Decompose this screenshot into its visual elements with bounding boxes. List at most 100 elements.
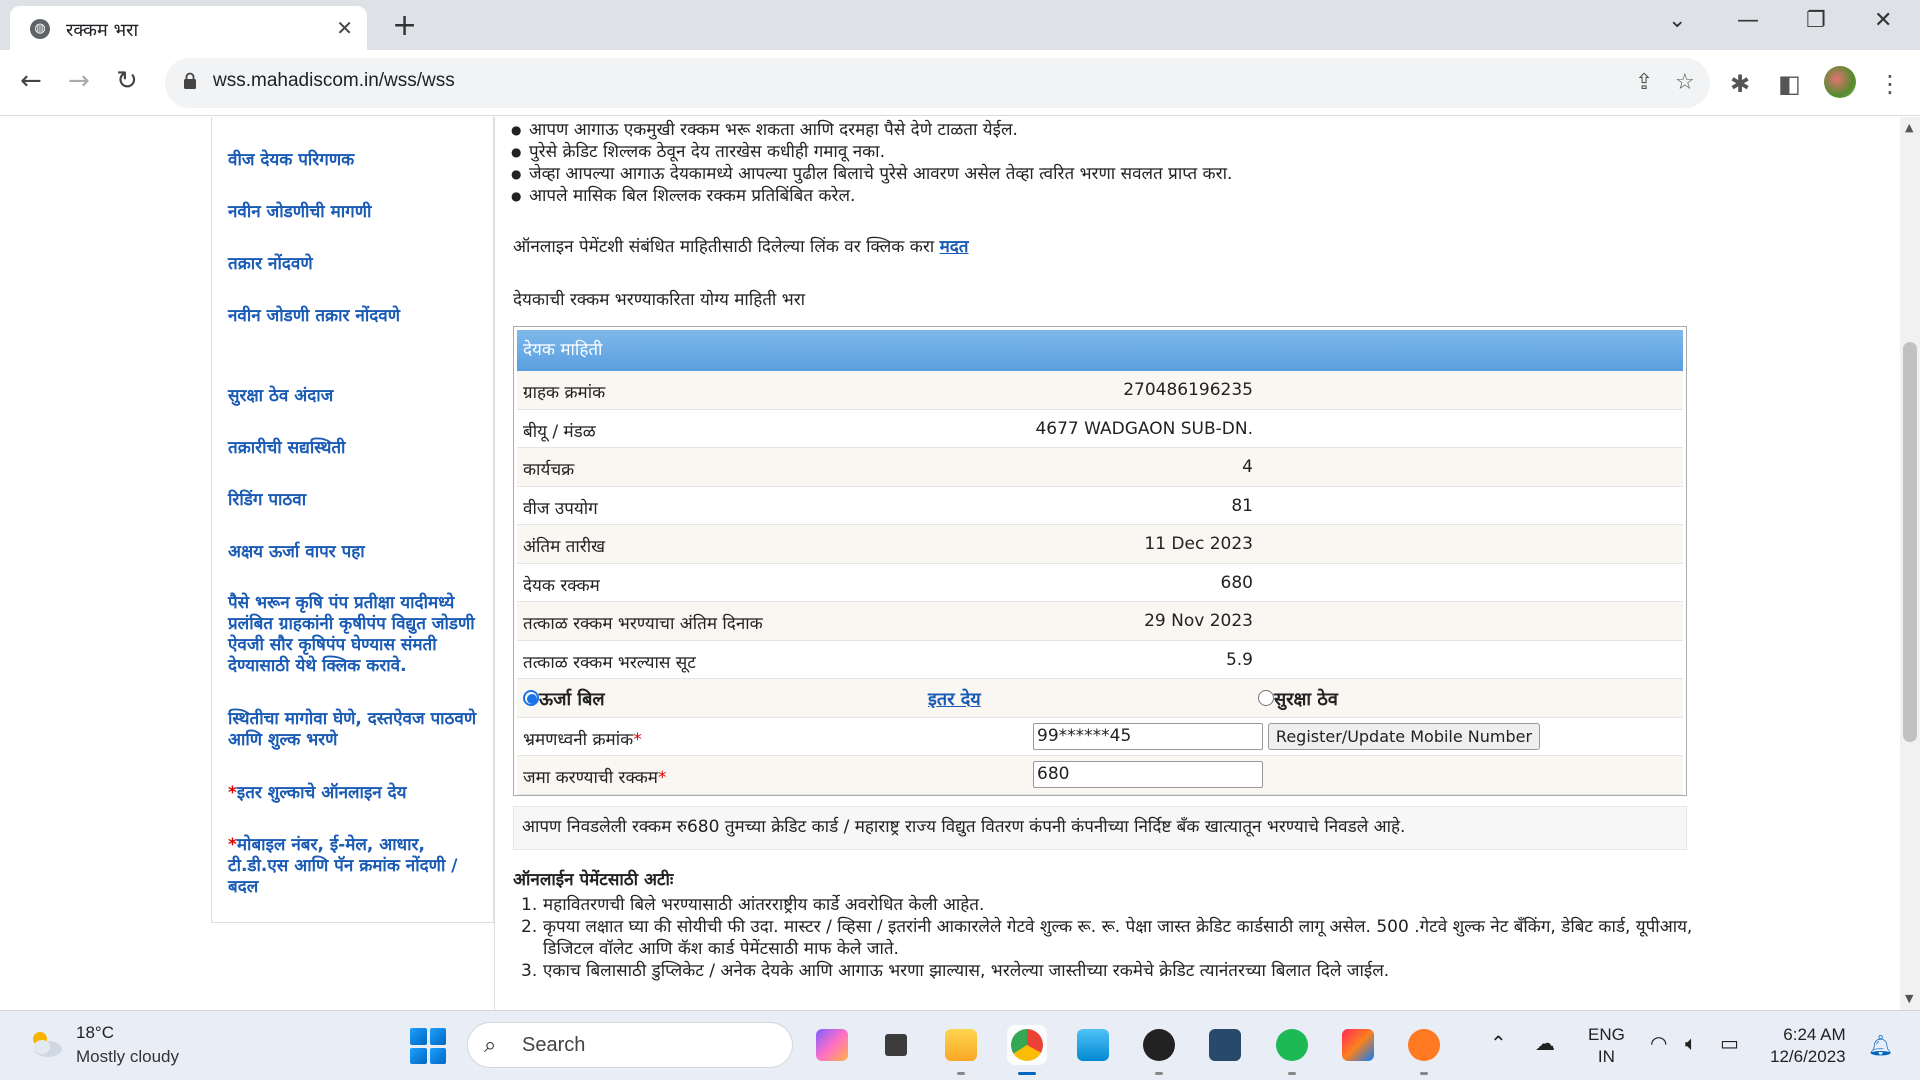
bookmark-star-icon[interactable]: ☆ [1675, 70, 1695, 95]
close-window-button[interactable]: ✕ [1874, 8, 1892, 33]
table-row: बीयू / मंडळ 4677 WADGAON SUB-DN. [517, 410, 1683, 448]
sidebar-item-security-deposit[interactable]: सुरक्षा ठेव अंदाज [228, 386, 488, 407]
clock-date: 12/6/2023 [1770, 1047, 1846, 1066]
list-item: जेव्हा आपल्या आगाऊ देयकामध्ये आपल्या पुढ… [511, 163, 1232, 185]
weather-description[interactable]: Mostly cloudy [76, 1047, 179, 1067]
windows-start-icon[interactable] [410, 1028, 446, 1064]
sidebar-item-new-connection[interactable]: नवीन जोडणीची मागणी [228, 202, 488, 223]
scroll-up-icon[interactable]: ▲ [1905, 121, 1913, 134]
minimize-button[interactable]: — [1737, 8, 1759, 33]
radio-selected-icon [523, 690, 539, 706]
sidebar-item-complaint-status[interactable]: तक्रारीची सद्यस्थिती [228, 438, 488, 459]
sidebar-item-solar-pump[interactable]: पैसे भरून कृषि पंप प्रतीक्षा यादीमध्ये प… [228, 593, 488, 677]
onedrive-icon[interactable]: ☁ [1535, 1031, 1555, 1055]
sidebar-item-complaint[interactable]: तक्रार नोंदवणे [228, 254, 488, 275]
address-bar[interactable]: wss.mahadiscom.in/wss/wss ⇪ ☆ [165, 58, 1710, 108]
media-player-icon[interactable] [1139, 1025, 1179, 1075]
row-label: वीज उपयोग [523, 498, 598, 519]
table-row: ग्राहक क्रमांक 270486196235 [517, 371, 1683, 410]
bill-rows: ग्राहक क्रमांक 270486196235 बीयू / मंडळ 46… [517, 371, 1683, 795]
table-row: तत्काळ रक्कम भरल्यास सूट 5.9 [517, 641, 1683, 679]
notification-bell-icon[interactable]: 🔔︎ [1868, 1033, 1893, 1057]
mobile-number-field[interactable]: 99******45 [1033, 722, 1263, 750]
profile-avatar[interactable] [1824, 66, 1856, 98]
security-deposit-label: सुरक्षा ठेव [1274, 689, 1338, 710]
file-explorer-icon[interactable] [941, 1025, 981, 1075]
instruction-text: देयकाची रक्कम भरण्याकरिता योग्य माहिती भ… [513, 290, 806, 310]
search-placeholder: Search [522, 1034, 586, 1056]
lock-icon [184, 72, 196, 89]
url-text: wss.mahadiscom.in/wss/wss [213, 70, 455, 91]
wifi-icon[interactable]: ◠ [1650, 1031, 1667, 1055]
sidebar-item-new-connection-complaint[interactable]: नवीन जोडणी तक्रार नोंदवणे [228, 306, 488, 327]
clock-time: 6:24 AM [1783, 1025, 1846, 1044]
restore-button[interactable]: ❐ [1806, 8, 1826, 33]
volume-icon[interactable]: 🔈︎ [1685, 1031, 1697, 1055]
browser-tab[interactable]: ◍ रक्कम भरा ✕ [10, 6, 367, 50]
radio-unselected-icon [1258, 690, 1274, 706]
sidebar-item-track-status[interactable]: स्थितीचा मागोवा घेणे, दस्तऐवज पाठवणे आणि… [228, 709, 488, 751]
row-label: अंतिम तारीख [523, 537, 606, 557]
snipping-tool-icon[interactable] [1205, 1025, 1245, 1065]
back-icon[interactable]: ← [20, 66, 42, 96]
sidebar-item-label: इतर शुल्काचे ऑनलाइन देय [236, 783, 407, 803]
chevron-up-icon[interactable]: ⌃ [1490, 1031, 1507, 1055]
copilot-app-icon[interactable] [812, 1025, 852, 1065]
chrome-app-icon[interactable] [1007, 1025, 1047, 1075]
list-item: 3. एकाच बिलासाठी डुप्लिकेट / अनेक देयके आ… [521, 961, 1390, 981]
sidebar-item-renewable-usage[interactable]: अक्षय ऊर्जा वापर पहा [228, 542, 488, 563]
intellij-app-icon[interactable] [1338, 1025, 1378, 1065]
scroll-down-icon[interactable]: ▼ [1905, 992, 1913, 1005]
pen-app-icon[interactable] [1404, 1025, 1444, 1075]
help-line: ऑनलाइन पेमेंटशी संबंधित माहितीसाठी दिलेल… [513, 234, 968, 257]
row-value: 4677 WADGAON SUB-DN. [1035, 418, 1253, 439]
table-row: देयक रक्कम 680 [517, 564, 1683, 602]
bill-info-panel: देयक माहिती ग्राहक क्रमांक 270486196235 ब… [513, 326, 1687, 796]
side-panel-icon[interactable]: ◧ [1778, 70, 1801, 98]
sidebar-item-other-payments[interactable]: *इतर शुल्काचे ऑनलाइन देय [228, 783, 488, 804]
reload-icon[interactable]: ↻ [116, 66, 138, 96]
taskbar-search[interactable]: ⌕ Search [467, 1022, 793, 1068]
battery-icon[interactable]: ▭ [1720, 1031, 1739, 1055]
sidebar-item-send-reading[interactable]: रिडिंग पाठवा [228, 490, 488, 511]
bill-info-header: देयक माहिती [517, 330, 1683, 371]
sidebar-item-registration[interactable]: *मोबाइल नंबर, ई-मेल, आधार, टी.डी.एस आणि … [228, 835, 488, 898]
row-value: 5.9 [1225, 649, 1253, 670]
new-tab-button[interactable]: + [392, 8, 417, 43]
row-label: कार्यचक्र [523, 460, 575, 480]
sidebar-item-bill-calculator[interactable]: वीज देयक परिगणक [228, 150, 488, 171]
close-tab-icon[interactable]: ✕ [336, 16, 353, 40]
browser-toolbar: ← → ↻ wss.mahadiscom.in/wss/wss ⇪ ☆ ✱ ◧ … [0, 50, 1920, 116]
cloud-icon[interactable] [26, 1027, 66, 1059]
page-scrollbar[interactable]: ▲ ▼ [1900, 117, 1920, 1010]
other-dues-link[interactable]: इतर देय [928, 687, 981, 711]
list-item: 2. कृपया लक्षात घ्या की सोयीची फी उदा. मा… [521, 917, 1693, 959]
share-icon[interactable]: ⇪ [1635, 70, 1653, 95]
system-clock[interactable]: 6:24 AM 12/6/2023 [1770, 1024, 1846, 1068]
spotify-app-icon[interactable] [1272, 1025, 1312, 1075]
sidebar-item-cut: ···· ···· ···· [228, 117, 488, 118]
table-row: तत्काळ रक्कम भरण्याचा अंतिम दिनाक 29 Nov … [517, 602, 1683, 641]
benefits-list: आपण आगाऊ एकमुखी रक्कम भरू शकता आणि दरमहा… [511, 119, 1232, 207]
input-language[interactable]: ENG IN [1588, 1024, 1625, 1068]
forward-icon[interactable]: → [68, 66, 90, 96]
mobile-row: भ्रमणध्वनी क्रमांक* 99******45 Register/… [517, 718, 1683, 756]
security-deposit-radio[interactable]: सुरक्षा ठेव [1258, 687, 1338, 711]
table-row: वीज उपयोग 81 [517, 487, 1683, 525]
help-link[interactable]: मदत [940, 237, 969, 257]
list-item: 1. महावितरणची बिले भरण्यासाठी आंतरराष्ट्र… [521, 895, 985, 915]
sidebar-item-label: मोबाइल नंबर, ई-मेल, आधार, टी.डी.एस आणि प… [228, 835, 458, 897]
task-view-icon[interactable] [876, 1025, 916, 1065]
scrollbar-thumb[interactable] [1903, 342, 1917, 742]
list-item: आपण आगाऊ एकमुखी रक्कम भरू शकता आणि दरमहा… [511, 119, 1232, 141]
menu-kebab-icon[interactable]: ⋮ [1878, 70, 1902, 98]
tab-search-icon[interactable]: ⌄ [1668, 8, 1686, 33]
extensions-icon[interactable]: ✱ [1730, 70, 1750, 98]
region-code: IN [1597, 1047, 1615, 1066]
main-content: आपण आगाऊ एकमुखी रक्कम भरू शकता आणि दरमहा… [494, 117, 1700, 1010]
amount-field[interactable]: 680 [1033, 761, 1263, 788]
register-mobile-button[interactable]: Register/Update Mobile Number [1268, 722, 1540, 750]
notepad-app-icon[interactable] [1073, 1025, 1113, 1065]
energy-bill-radio[interactable]: ऊर्जा बिल [523, 687, 605, 711]
weather-temperature[interactable]: 18°C [76, 1023, 114, 1043]
